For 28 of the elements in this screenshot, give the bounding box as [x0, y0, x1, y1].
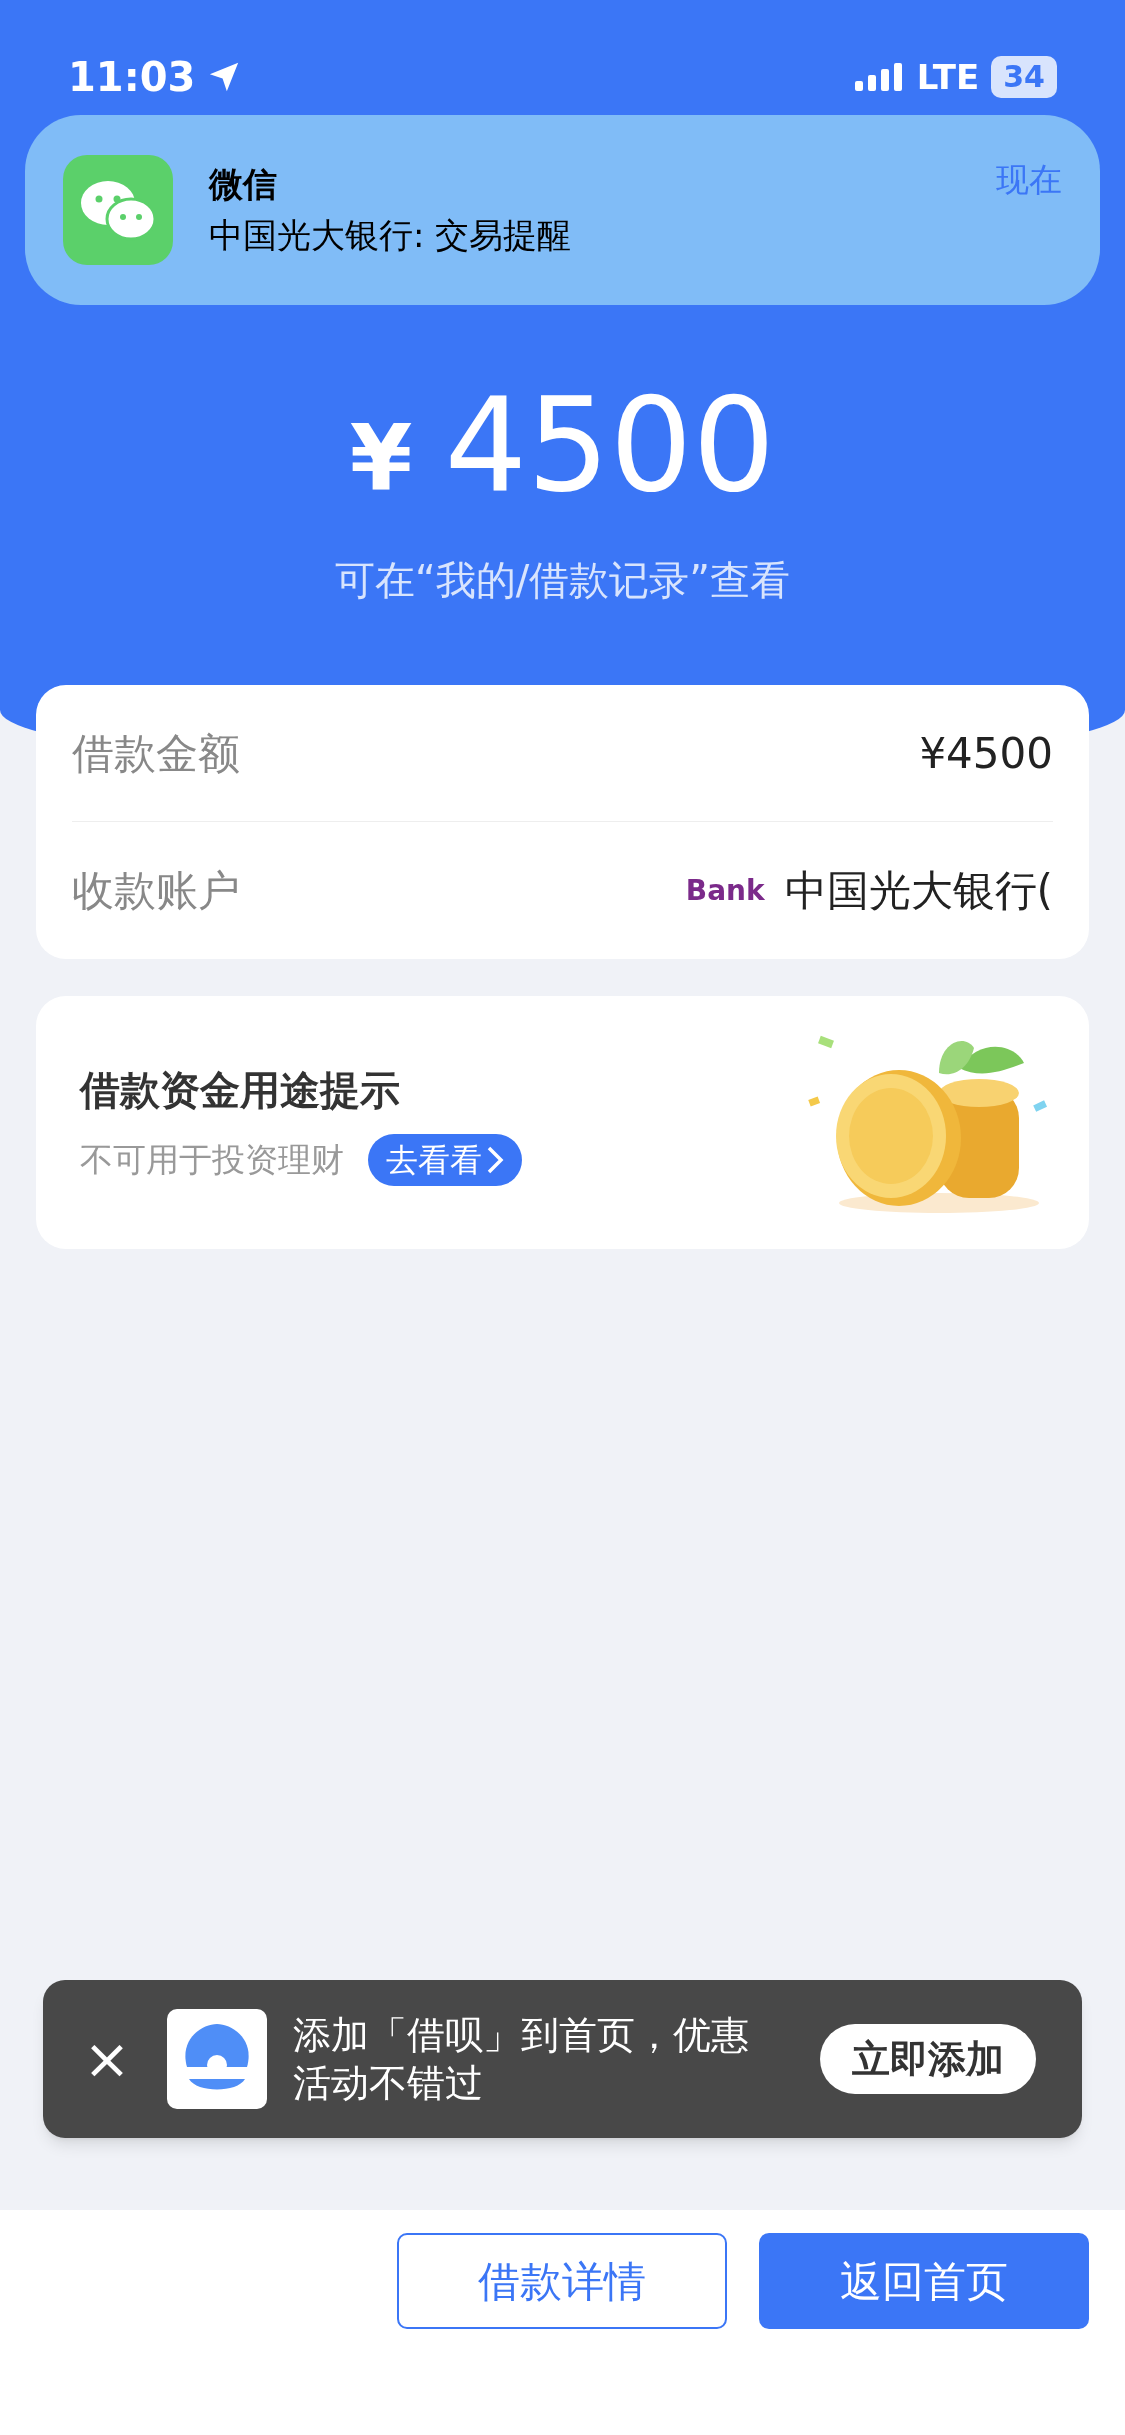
chevron-right-icon	[486, 1144, 504, 1175]
signal-icon	[854, 61, 905, 93]
notification-banner[interactable]: 微信 中国光大银行: 交易提醒 现在	[25, 115, 1100, 305]
notification-message: 中国光大银行: 交易提醒	[209, 214, 573, 257]
home-button[interactable]: 返回首页	[759, 2233, 1089, 2329]
view-link-button[interactable]: 去看看	[368, 1133, 522, 1186]
network-label: LTE	[916, 55, 980, 99]
toast-message: 添加「借呗」到首页，优惠活动不错过	[293, 2012, 750, 2107]
notification-app: 微信	[209, 163, 278, 206]
shell-icon	[167, 2009, 267, 2109]
status-time: 11:03	[68, 53, 196, 102]
detail-value: ¥4500	[919, 727, 1053, 780]
currency-symbol: ¥	[349, 414, 413, 504]
add-now-button[interactable]: 立即添加	[820, 2024, 1036, 2094]
close-button[interactable]: ×	[83, 2031, 131, 2087]
detail-label: 借款金额	[72, 727, 240, 780]
amount-text: 4500	[444, 380, 776, 510]
detail-label: 收款账户	[72, 865, 240, 917]
bank-logo: Bank	[685, 872, 765, 909]
hint-text: 可在“我的/借款记录”查看	[335, 556, 790, 605]
notification-time: 现在	[996, 159, 1062, 201]
battery-indicator: 34	[991, 56, 1057, 98]
chat-bubbles-icon	[63, 155, 173, 265]
detail-value: 中国光大银行(	[784, 865, 1053, 917]
tip-title: 借款资金用途提示	[80, 1065, 401, 1115]
details-button[interactable]: 借款详情	[397, 2233, 727, 2329]
tip-subtitle: 不可用于投资理财	[80, 1138, 344, 1181]
tip-card[interactable]: 借款资金用途提示 不可用于投资理财 去看看	[36, 996, 1089, 1249]
